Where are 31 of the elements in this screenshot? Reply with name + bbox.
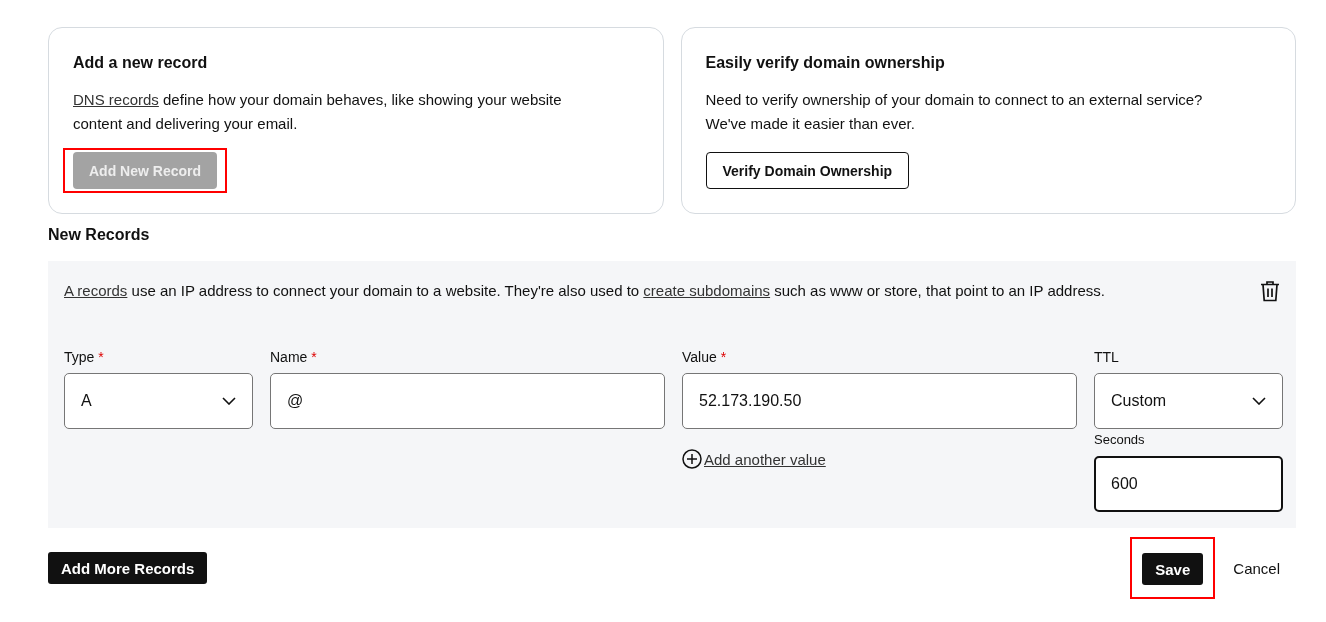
- section-title: New Records: [48, 226, 151, 244]
- field-label: Name: [270, 349, 308, 365]
- required-asterisk: *: [311, 349, 317, 365]
- text-link[interactable]: DNS records: [73, 91, 159, 108]
- cancel-button[interactable]: Cancel: [1229, 555, 1284, 581]
- card-title: Add a new record: [73, 54, 209, 72]
- field-label: Seconds: [1094, 432, 1146, 447]
- input-field[interactable]: @: [270, 373, 665, 429]
- plus-circle-icon: [682, 449, 702, 469]
- field-label: Value: [682, 349, 717, 365]
- field-label: TTL: [1094, 349, 1119, 365]
- save-button[interactable]: Save: [1142, 553, 1204, 585]
- add-value-link[interactable]: Add another value: [682, 449, 826, 469]
- card-description: Need to verify ownership of your domain to connect to an external service? We've made it easier than ever.: [705, 90, 1204, 134]
- chevron-down-icon: [222, 397, 236, 405]
- required-asterisk: *: [720, 349, 727, 365]
- text-link[interactable]: A records: [64, 282, 128, 299]
- chevron-down-icon: [1252, 397, 1266, 405]
- input-field[interactable]: 52.173.190.50: [682, 373, 1077, 429]
- field-label: Type: [64, 349, 95, 365]
- text-link[interactable]: create subdomains: [643, 282, 771, 299]
- required-asterisk: *: [98, 349, 104, 365]
- input-field[interactable]: 600: [1094, 456, 1283, 512]
- trash-icon[interactable]: [1260, 280, 1280, 302]
- select-field[interactable]: Custom: [1094, 373, 1283, 429]
- record-info: A records use an IP address to connect your domain to a website. They're also used to create subdomains such as www or store, that point to an IP address.: [64, 281, 1105, 301]
- card-description: DNS records define how your domain behaves, like showing your website content and delivering your email.: [73, 90, 563, 134]
- card-title: Easily verify domain ownership: [705, 54, 946, 72]
- add-more-records-button[interactable]: Add More Records: [48, 552, 208, 584]
- select-field[interactable]: A: [64, 373, 253, 429]
- card-button[interactable]: Verify Domain Ownership: [705, 152, 910, 189]
